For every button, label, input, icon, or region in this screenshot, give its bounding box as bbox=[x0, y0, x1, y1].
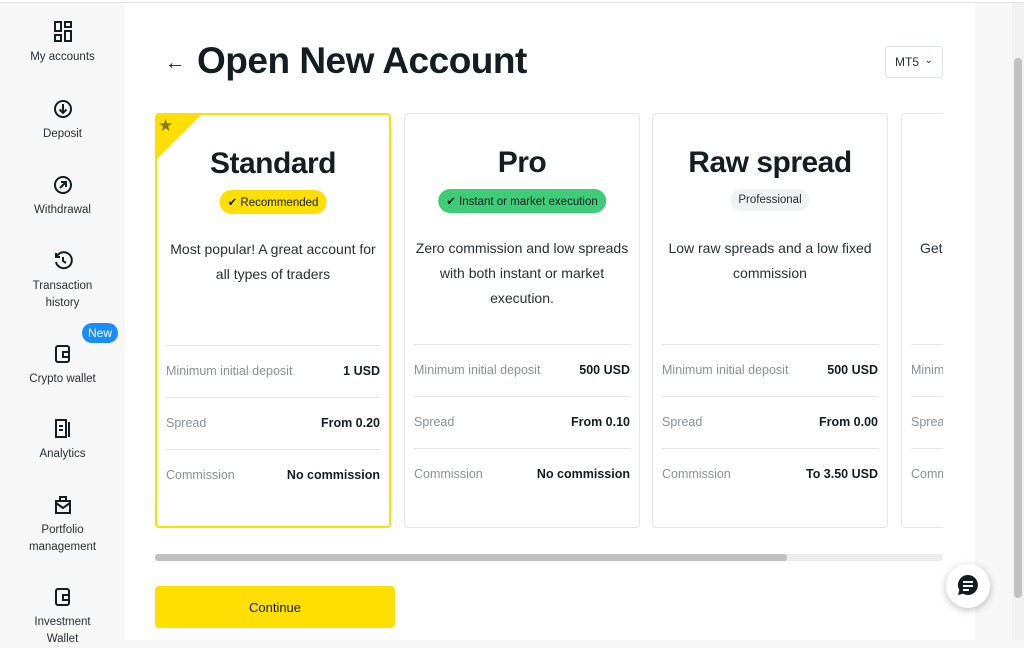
sidebar-item-label: Analytics bbox=[39, 448, 86, 460]
card-row: Minimum bbox=[911, 344, 943, 396]
row-label: Commission bbox=[662, 467, 731, 481]
row-value: No commission bbox=[286, 468, 380, 482]
page-title: Open New Account bbox=[197, 40, 527, 81]
row-label: Spread bbox=[911, 415, 943, 429]
account-card-raw-spread[interactable]: Raw spread Professional Low raw spreads an… bbox=[652, 113, 888, 528]
new-badge: New bbox=[82, 323, 119, 343]
sidebar-item-crypto-wallet[interactable]: New Crypto wallet bbox=[0, 323, 125, 388]
chat-icon bbox=[957, 574, 978, 595]
arrow-up-right-circle-icon bbox=[53, 176, 72, 194]
card-row: Commission No commission bbox=[414, 448, 630, 500]
card-row: Spread bbox=[911, 396, 943, 448]
scrollbar-thumb[interactable] bbox=[1014, 58, 1022, 598]
chevron-down-icon: ⌄ bbox=[924, 55, 933, 66]
row-value: From 0.10 bbox=[570, 415, 630, 429]
arrow-down-circle-icon bbox=[53, 100, 72, 118]
card-title: Raw spread bbox=[688, 146, 852, 179]
row-label: Minimum initial deposit bbox=[662, 363, 789, 377]
sidebar-item-label: Transaction history bbox=[32, 280, 93, 309]
account-card-pro[interactable]: Pro ✔︎ Instant or market execution Zero co… bbox=[404, 113, 640, 528]
sidebar-item-label: My accounts bbox=[30, 51, 95, 63]
sidebar-item-label: Portfolio management bbox=[28, 524, 97, 553]
horizontal-scrollbar[interactable] bbox=[155, 554, 943, 561]
sidebar-item-label: Withdrawal bbox=[34, 204, 91, 216]
card-row: Commission bbox=[911, 448, 943, 500]
row-value: From 0.20 bbox=[320, 416, 380, 430]
document-icon bbox=[54, 419, 70, 438]
row-value: No commission bbox=[536, 467, 630, 481]
sidebar-item-withdrawal[interactable]: Withdrawal bbox=[0, 174, 125, 219]
wallet-icon bbox=[54, 588, 70, 606]
row-label: Minimum initial deposit bbox=[414, 363, 541, 377]
tag-label: Instant or market execution bbox=[459, 196, 598, 208]
account-cards: ★ Standard ✔︎ Recommended Most popular! A g… bbox=[155, 112, 943, 530]
card-tag: ✔︎ Instant or market execution bbox=[438, 189, 606, 213]
card-row: Spread From 0.20 bbox=[166, 397, 380, 449]
card-row: Minimum initial deposit 500 USD bbox=[414, 344, 630, 396]
row-label: Commission bbox=[911, 467, 943, 481]
sidebar-item-investment-wallet[interactable]: Investment Wallet bbox=[0, 586, 125, 648]
sidebar-item-label: Deposit bbox=[43, 128, 82, 140]
card-title: Standard bbox=[209, 147, 337, 180]
card-title: Pro bbox=[497, 146, 547, 179]
sidebar: My accounts Deposit Withdrawal Transacti… bbox=[0, 3, 125, 645]
row-value: From 0.00 bbox=[818, 415, 878, 429]
vertical-scrollbar[interactable] bbox=[1012, 3, 1024, 640]
card-description: Low raw spreads and a low fixed commissi… bbox=[668, 240, 872, 281]
right-margin bbox=[975, 3, 1012, 640]
continue-button[interactable]: Continue bbox=[155, 586, 395, 628]
sidebar-item-portfolio-management[interactable]: Portfolio management bbox=[0, 494, 125, 556]
sidebar-item-label: Crypto wallet bbox=[29, 373, 96, 385]
row-value: To 3.50 USD bbox=[805, 467, 878, 481]
tag-label: Recommended bbox=[240, 197, 319, 209]
row-value: 500 USD bbox=[579, 363, 630, 377]
history-icon bbox=[54, 251, 73, 270]
briefcase-icon bbox=[54, 496, 71, 514]
card-row: Spread From 0.00 bbox=[662, 396, 878, 448]
row-label: Minimum bbox=[911, 363, 943, 377]
tag-label: Professional bbox=[738, 194, 802, 206]
card-row: Spread From 0.10 bbox=[414, 396, 630, 448]
chat-button[interactable] bbox=[946, 564, 990, 608]
account-card-more[interactable]: Get Minimum Spread Commission bbox=[901, 113, 943, 528]
row-label: Spread bbox=[414, 415, 455, 429]
row-label: Minimum initial deposit bbox=[166, 364, 293, 378]
grid-icon bbox=[53, 21, 72, 42]
row-label: Commission bbox=[166, 468, 235, 482]
row-label: Spread bbox=[166, 416, 207, 430]
check-circle-icon: ✔︎ bbox=[227, 197, 241, 209]
card-description: Most popular! A great account for all ty… bbox=[170, 241, 376, 282]
card-tag: Professional bbox=[730, 189, 810, 211]
card-description: Get bbox=[920, 240, 943, 256]
card-tag: ✔︎ Recommended bbox=[219, 190, 327, 214]
back-arrow-icon[interactable]: ← bbox=[165, 52, 185, 75]
sidebar-item-my-accounts[interactable]: My accounts bbox=[0, 21, 125, 66]
check-circle-icon: ✔︎ bbox=[446, 196, 460, 208]
scrollbar-thumb[interactable] bbox=[155, 554, 787, 561]
sidebar-item-label: Investment Wallet bbox=[34, 616, 91, 645]
row-label: Spread bbox=[662, 415, 703, 429]
row-label: Commission bbox=[414, 467, 483, 481]
card-row: Commission No commission bbox=[166, 449, 380, 501]
star-icon: ★ bbox=[158, 116, 174, 135]
row-value: 500 USD bbox=[827, 363, 878, 377]
card-description: Zero commission and low spreads with bot… bbox=[415, 240, 629, 306]
platform-value: MT5 bbox=[895, 55, 919, 69]
sidebar-item-deposit[interactable]: Deposit bbox=[0, 98, 125, 143]
sidebar-item-analytics[interactable]: Analytics bbox=[0, 418, 125, 463]
row-value: 1 USD bbox=[343, 364, 380, 378]
card-row: Minimum initial deposit 1 USD bbox=[166, 345, 380, 397]
sidebar-item-transaction-history[interactable]: Transaction history bbox=[0, 250, 125, 312]
card-row: Commission To 3.50 USD bbox=[662, 448, 878, 500]
card-row: Minimum initial deposit 500 USD bbox=[662, 344, 878, 396]
platform-select[interactable]: MT5 ⌄ bbox=[885, 46, 943, 78]
wallet-icon bbox=[54, 345, 70, 363]
account-card-standard[interactable]: ★ Standard ✔︎ Recommended Most popular! A g… bbox=[155, 113, 391, 528]
